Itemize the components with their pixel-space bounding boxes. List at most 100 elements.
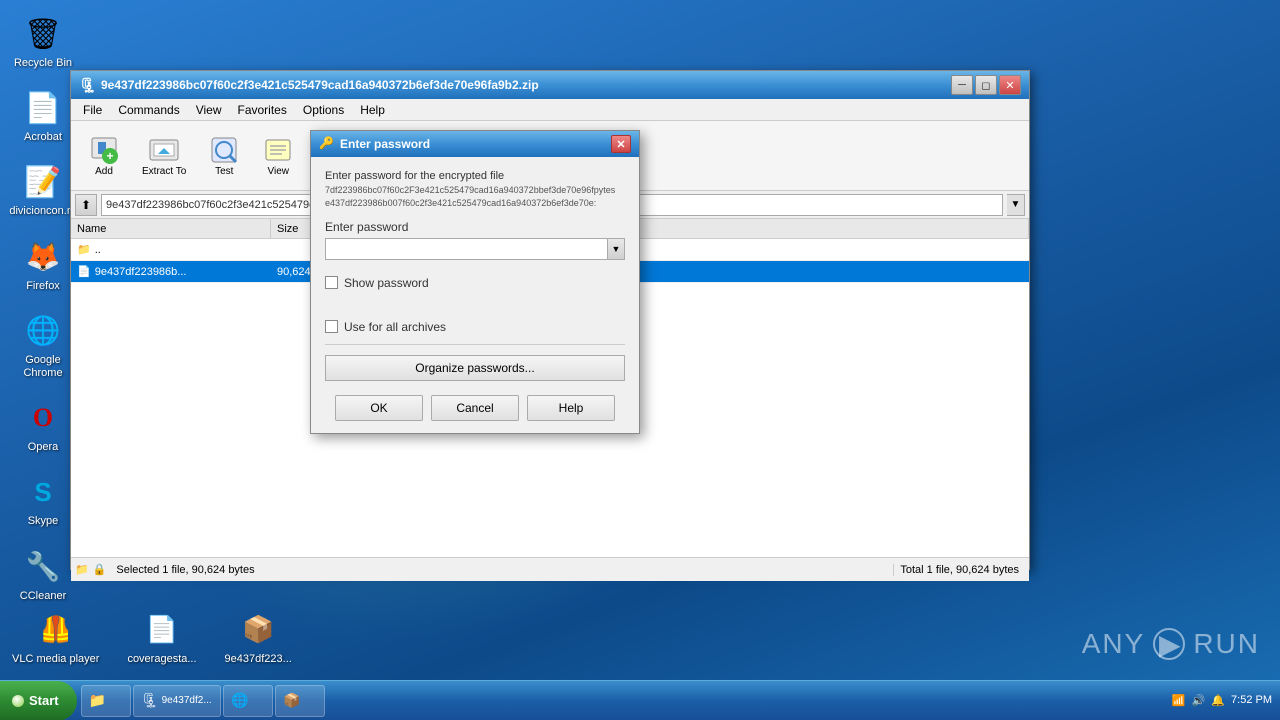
password-input[interactable]	[325, 238, 607, 260]
start-label: Start	[29, 693, 59, 708]
ok-button[interactable]: OK	[335, 395, 423, 421]
restore-button[interactable]: ◻	[975, 75, 997, 95]
network-icon: 📶	[1172, 694, 1186, 707]
add-label: Add	[95, 166, 113, 177]
firefox-icon: 🦊	[23, 237, 63, 277]
desktop-icon-chrome[interactable]: 🌐 Google Chrome	[8, 307, 78, 384]
use-for-all-checkbox[interactable]	[325, 320, 338, 333]
show-password-checkbox[interactable]	[325, 276, 338, 289]
desktop-icon-divisioncon[interactable]: 📝 divicioncon.rtf	[8, 158, 78, 222]
tool-test[interactable]: Test	[199, 129, 249, 182]
coveragesta-label: coveragesta...	[127, 653, 196, 666]
recycle-bin-label: Recycle Bin	[14, 57, 72, 70]
organize-passwords-button[interactable]: Organize passwords...	[325, 355, 625, 381]
status-right: Total 1 file, 90,624 bytes	[893, 564, 1025, 576]
password-dialog: 🔑 Enter password ✕ Enter password for th…	[310, 130, 640, 434]
dialog-title-icon: 🔑	[319, 136, 335, 152]
coveragesta-icon: 📄	[142, 610, 182, 650]
chrome-icon: 🌐	[23, 311, 63, 351]
tool-add[interactable]: + Add	[79, 129, 129, 182]
winrar-taskbar-label: 9e437df2...	[162, 695, 212, 706]
vlc-label: VLC media player	[12, 653, 99, 666]
dialog-titlebar: 🔑 Enter password ✕	[311, 131, 639, 157]
minimize-button[interactable]: ─	[951, 75, 973, 95]
desktop-icon-ccleaner[interactable]: 🔧 CCleaner	[8, 543, 78, 607]
show-password-label: Show password	[344, 276, 429, 290]
svg-text:+: +	[106, 149, 113, 163]
password-field-container: ▼	[325, 238, 625, 260]
show-password-row: Show password	[325, 276, 625, 290]
opera-icon: O	[23, 398, 63, 438]
acrobat-icon: 📄	[23, 88, 63, 128]
winrar-titlebar: 🗜 9e437df223986bc07f60c2f3e421c525479cad…	[71, 71, 1029, 99]
menu-commands[interactable]: Commands	[110, 101, 187, 119]
divisioncon-label: divicioncon.rtf	[9, 205, 76, 218]
taskbar-item-winrar[interactable]: 🗜 9e437df2...	[133, 685, 221, 717]
taskbar-item-explorer[interactable]: 📁	[81, 685, 131, 717]
taskbar-item-archive[interactable]: 📦	[275, 685, 325, 717]
desktop-icons-bottom: 🦺 VLC media player 📄 coveragesta... 📦 9e…	[8, 606, 296, 670]
desktop: 🗑 Recycle Bin 📄 Acrobat 📝 divicioncon.rt…	[0, 0, 1280, 720]
extract-label: Extract To	[142, 166, 186, 177]
file-name-cell: 📁 ..	[71, 239, 271, 260]
start-button[interactable]: Start	[0, 681, 77, 720]
desktop-icons-left: 🗑 Recycle Bin 📄 Acrobat 📝 divicioncon.rt…	[8, 10, 78, 607]
winrar-title-text: 9e437df223986bc07f60c2f3e421c525479cad16…	[101, 78, 951, 92]
desktop-icon-firefox[interactable]: 🦊 Firefox	[8, 233, 78, 297]
view-icon	[262, 134, 294, 166]
archive-taskbar-icon: 📦	[284, 693, 300, 709]
view-label: View	[268, 166, 290, 177]
status-bar: 📁 🔒 Selected 1 file, 90,624 bytes Total …	[71, 557, 1029, 581]
chrome-taskbar-icon: 🌐	[232, 693, 248, 709]
desktop-icon-acrobat[interactable]: 📄 Acrobat	[8, 84, 78, 148]
dialog-buttons: OK Cancel Help	[325, 395, 625, 421]
col-name-header[interactable]: Name	[71, 219, 271, 238]
dialog-close-button[interactable]: ✕	[611, 135, 631, 153]
divisioncon-icon: 📝	[23, 162, 63, 202]
file-name-cell: 📄 9e437df223986b...	[71, 261, 271, 282]
tool-view[interactable]: View	[253, 129, 303, 182]
password-dropdown-button[interactable]: ▼	[607, 238, 625, 260]
extract-icon	[148, 134, 180, 166]
address-dropdown[interactable]: ▼	[1007, 194, 1025, 216]
clock: 7:52 PM	[1231, 693, 1272, 707]
taskbar-item-chrome[interactable]: 🌐	[223, 685, 273, 717]
archive-bottom-label: 9e437df223...	[225, 653, 292, 666]
desktop-icon-opera[interactable]: O Opera	[8, 394, 78, 458]
close-button[interactable]: ✕	[999, 75, 1021, 95]
dialog-title-text: Enter password	[340, 137, 430, 151]
cancel-button[interactable]: Cancel	[431, 395, 519, 421]
desktop-icon-recycle-bin[interactable]: 🗑 Recycle Bin	[8, 10, 78, 74]
archive-bottom-icon: 📦	[238, 610, 278, 650]
explorer-taskbar-icon: 📁	[90, 693, 106, 709]
menu-help[interactable]: Help	[352, 101, 393, 119]
desktop-icon-skype[interactable]: S Skype	[8, 468, 78, 532]
ccleaner-label: CCleaner	[20, 590, 66, 603]
status-left: Selected 1 file, 90,624 bytes	[110, 564, 893, 576]
menu-favorites[interactable]: Favorites	[230, 101, 295, 119]
desktop-icon-vlc[interactable]: 🦺 VLC media player	[8, 606, 103, 670]
menu-options[interactable]: Options	[295, 101, 352, 119]
clock-time: 7:52 PM	[1231, 693, 1272, 707]
volume-icon: 🔊	[1192, 694, 1206, 707]
up-button[interactable]: ⬆	[75, 194, 97, 216]
help-button[interactable]: Help	[527, 395, 615, 421]
dialog-separator	[325, 344, 625, 345]
desktop-icon-9e437-bottom[interactable]: 📦 9e437df223...	[221, 606, 296, 670]
anyrun-play-icon: ▶	[1153, 628, 1185, 660]
tool-extract[interactable]: Extract To	[133, 129, 195, 182]
taskbar-items: 📁 🗜 9e437df2... 🌐 📦	[77, 681, 1164, 720]
dialog-body: Enter password for the encrypted file 7d…	[311, 157, 639, 433]
skype-icon: S	[23, 472, 63, 512]
skype-label: Skype	[28, 515, 59, 528]
winrar-taskbar-icon: 🗜	[142, 693, 158, 709]
opera-label: Opera	[28, 441, 59, 454]
winrar-title-icon: 🗜	[79, 77, 95, 93]
menu-file[interactable]: File	[75, 101, 110, 119]
test-label: Test	[215, 166, 233, 177]
desktop-icon-coveragesta[interactable]: 📄 coveragesta...	[123, 606, 200, 670]
dialog-info-text: Enter password for the encrypted file 7d…	[325, 169, 625, 210]
window-controls: ─ ◻ ✕	[951, 75, 1021, 95]
menu-view[interactable]: View	[188, 101, 230, 119]
notification-icon: 🔔	[1211, 694, 1225, 707]
